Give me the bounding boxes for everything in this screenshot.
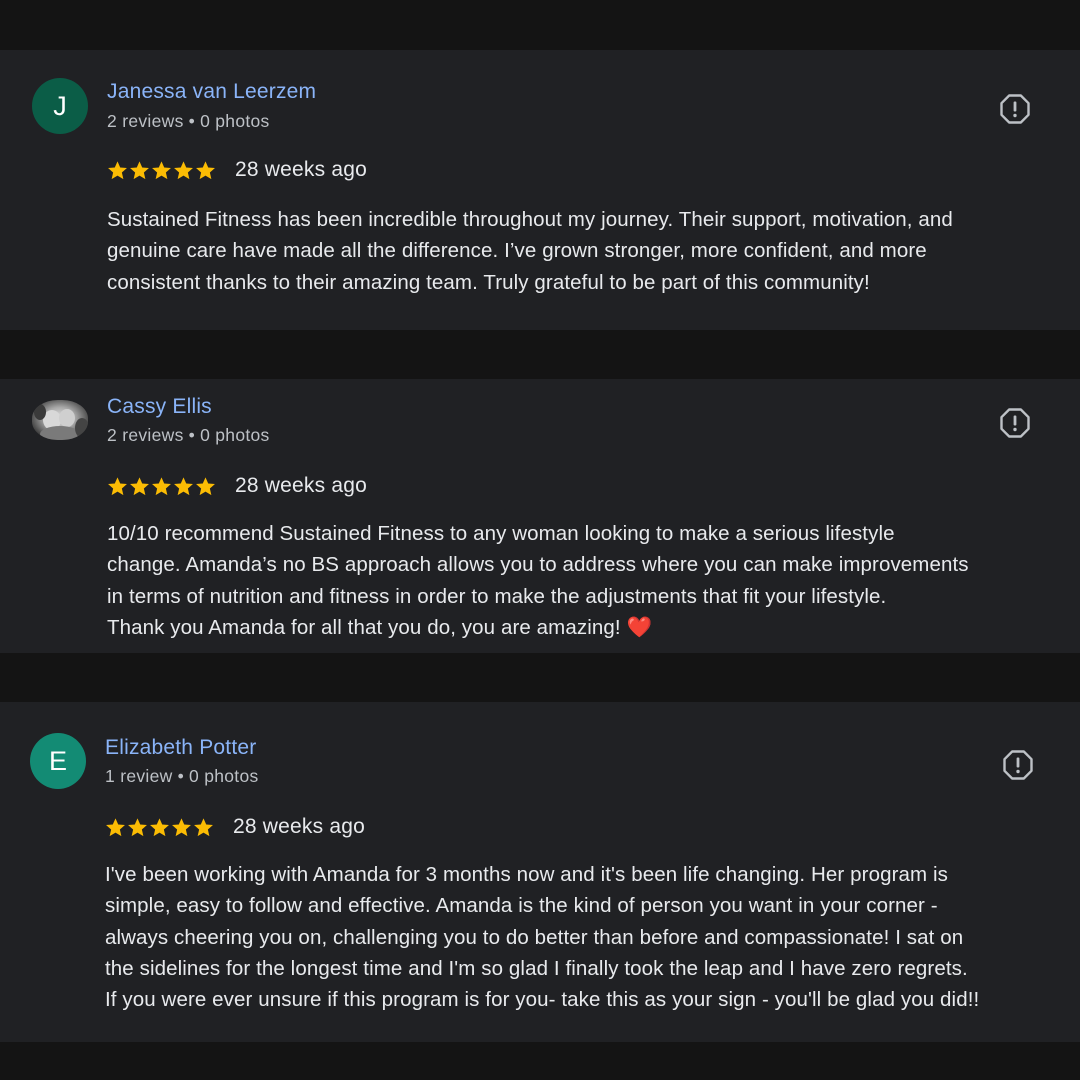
- star-icon: [108, 160, 127, 179]
- report-icon[interactable]: [1003, 750, 1033, 780]
- reviewer-name[interactable]: Cassy Ellis: [107, 395, 212, 419]
- heart-emoji: ❤️: [626, 615, 653, 639]
- review-line: consistent thanks to their amazing team.…: [107, 270, 870, 294]
- review-time: 28 weeks ago: [235, 474, 367, 497]
- review-line: 10/10 recommend Sustained Fitness to any…: [107, 522, 895, 545]
- avatar[interactable]: J: [32, 78, 88, 134]
- star-icon: [130, 476, 149, 495]
- star-rating: [107, 160, 216, 181]
- star-icon: [130, 160, 149, 179]
- reviews-count: 2 reviews: [107, 425, 184, 445]
- photos-count: 0 photos: [200, 425, 270, 445]
- rating-row: 28 weeks ago: [107, 474, 367, 498]
- review-text: 10/10 recommend Sustained Fitness to any…: [107, 518, 969, 643]
- star-icon: [108, 476, 127, 495]
- reviewer-name[interactable]: Elizabeth Potter: [105, 736, 256, 760]
- rating-row: 28 weeks ago: [107, 158, 367, 182]
- photos-count: 0 photos: [200, 111, 270, 131]
- profile-photo: [32, 400, 88, 440]
- star-icon: [174, 160, 193, 179]
- meta-separator: •: [177, 766, 185, 786]
- avatar[interactable]: [32, 400, 88, 440]
- report-icon[interactable]: [1000, 94, 1030, 124]
- review-line: Thank you Amanda for all that you do, yo…: [107, 612, 969, 643]
- rating-row: 28 weeks ago: [105, 815, 365, 839]
- star-icon: [196, 160, 215, 179]
- star-icon: [152, 160, 171, 179]
- review-card: J Janessa van Leerzem 2 reviews • 0 photos…: [0, 50, 1080, 330]
- star-icon: [150, 817, 169, 836]
- review-line: always cheering you on, challenging you …: [105, 925, 964, 949]
- review-line-text: Thank you Amanda for all that you do, yo…: [107, 615, 621, 639]
- meta-separator: •: [188, 111, 196, 131]
- review-line: I've been working with Amanda for 3 mont…: [105, 863, 948, 886]
- reviews-count: 2 reviews: [107, 111, 184, 131]
- star-icon: [128, 817, 147, 836]
- star-icon: [152, 476, 171, 495]
- review-card: Cassy Ellis 2 reviews • 0 photos 28 weeks …: [0, 379, 1080, 653]
- review-text: I've been working with Amanda for 3 mont…: [105, 859, 979, 1015]
- meta-separator: •: [188, 425, 196, 445]
- review-line: in terms of nutrition and fitness in ord…: [107, 584, 887, 608]
- star-icon: [106, 817, 125, 836]
- review-line: the sidelines for the longest time and I…: [105, 956, 968, 980]
- star-rating: [107, 476, 216, 497]
- star-icon: [174, 476, 193, 495]
- reviewer-meta: 1 review • 0 photos: [105, 766, 259, 787]
- review-line: simple, easy to follow and effective. Am…: [105, 894, 938, 918]
- reviewer-name[interactable]: Janessa van Leerzem: [107, 80, 316, 104]
- review-text: Sustained Fitness has been incredible th…: [107, 204, 953, 298]
- reviewer-meta: 2 reviews • 0 photos: [107, 425, 270, 446]
- review-time: 28 weeks ago: [235, 158, 367, 181]
- star-rating: [105, 817, 214, 838]
- star-icon: [172, 817, 191, 836]
- reviews-page: J Janessa van Leerzem 2 reviews • 0 photos…: [0, 0, 1080, 1080]
- reviewer-meta: 2 reviews • 0 photos: [107, 111, 270, 132]
- star-icon: [196, 476, 215, 495]
- review-time: 28 weeks ago: [233, 815, 365, 838]
- review-line: genuine care have made all the differenc…: [107, 239, 927, 263]
- review-line: Sustained Fitness has been incredible th…: [107, 208, 953, 231]
- avatar[interactable]: E: [30, 733, 86, 789]
- star-icon: [194, 817, 213, 836]
- review-card: E Elizabeth Potter 1 review • 0 photos 28 …: [0, 702, 1080, 1042]
- review-line: If you were ever unsure if this program …: [105, 988, 980, 1012]
- photos-count: 0 photos: [189, 766, 259, 786]
- review-line: change. Amanda’s no BS approach allows y…: [107, 553, 969, 577]
- report-icon[interactable]: [1000, 408, 1030, 438]
- reviews-count: 1 review: [105, 766, 173, 786]
